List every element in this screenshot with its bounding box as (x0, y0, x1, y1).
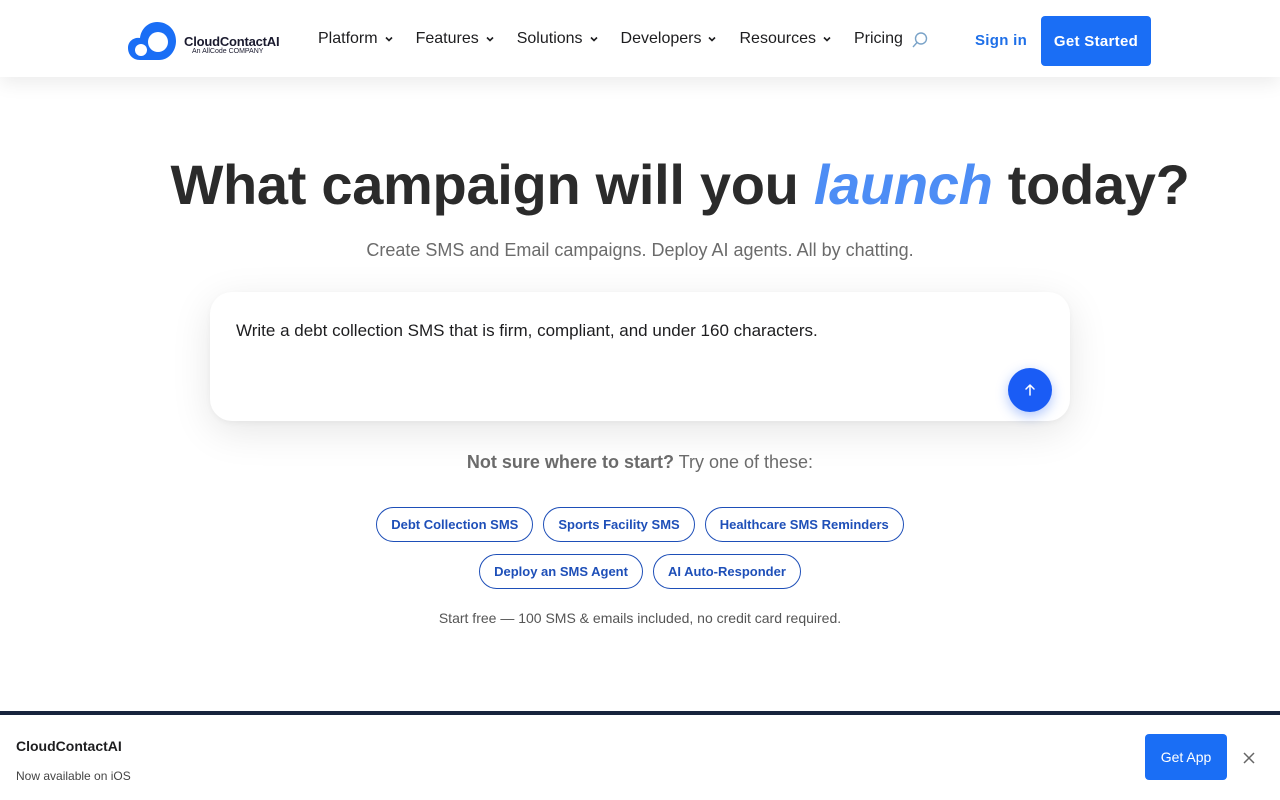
suggestions-lead-rest: Try one of these: (678, 452, 814, 472)
nav-item-developers[interactable]: Developers (621, 30, 718, 48)
hero-subtitle: Create SMS and Email campaigns. Deploy A… (366, 240, 914, 260)
nav-item-label: Developers (620, 29, 702, 47)
signin-link[interactable]: Sign in (975, 32, 1027, 49)
nav-item-features[interactable]: Features (416, 30, 495, 48)
search-icon[interactable] (911, 31, 929, 49)
nav-item-label: Features (415, 29, 479, 47)
hero-title: What campaign will you launch today? (0, 152, 1280, 217)
hero-title-after: today? (1007, 153, 1190, 216)
suggestion-chip[interactable]: AI Auto-Responder (652, 554, 801, 589)
send-button[interactable] (1008, 368, 1052, 412)
suggestion-chip[interactable]: Healthcare SMS Reminders (704, 507, 904, 542)
nav-item-label: Pricing (853, 29, 903, 47)
nav-item-resources[interactable]: Resources (739, 30, 831, 48)
brand-logo[interactable]: CloudContactAI An AllCode COMPANY (128, 20, 288, 62)
free-trial-note: Start free — 100 SMS & emails included, … (438, 610, 842, 626)
chevron-down-icon (589, 36, 598, 42)
suggestion-chip[interactable]: Debt Collection SMS (376, 507, 534, 542)
arrow-up-icon (1025, 384, 1035, 396)
suggestion-chips-row-2: Deploy an SMS Agent AI Auto-Responder (0, 554, 1280, 589)
nav-item-solutions[interactable]: Solutions (517, 30, 599, 48)
chevron-down-icon (708, 36, 717, 42)
suggestion-chips-row-1: Debt Collection SMS Sports Facility SMS … (0, 507, 1280, 542)
chevron-down-icon (486, 36, 494, 42)
prompt-input[interactable]: Write a debt collection SMS that is firm… (236, 321, 818, 341)
nav-item-label: Solutions (516, 29, 583, 47)
site-header: CloudContactAI An AllCode COMPANY Platfo… (0, 0, 1280, 77)
hero-title-before: What campaign will you (170, 153, 799, 216)
suggestions-lead: Not sure where to start? Try one of thes… (0, 452, 1280, 473)
brand-name: CloudContactAI (184, 34, 280, 49)
prompt-input-card[interactable]: Write a debt collection SMS that is firm… (210, 292, 1070, 421)
chevron-down-icon (385, 36, 393, 42)
banner-title: CloudContactAI (16, 738, 122, 754)
get-app-button[interactable]: Get App (1145, 734, 1227, 780)
get-started-button[interactable]: Get Started (1041, 16, 1151, 66)
close-icon[interactable] (1242, 751, 1256, 765)
suggestions-lead-bold: Not sure where to start? (466, 452, 674, 472)
nav-item-pricing[interactable]: Pricing (854, 30, 903, 48)
brand-tagline: An AllCode COMPANY (192, 48, 264, 55)
suggestion-chip[interactable]: Sports Facility SMS (543, 507, 695, 542)
nav-item-platform[interactable]: Platform (318, 30, 394, 48)
chevron-down-icon (823, 36, 831, 42)
nav-item-label: Resources (739, 29, 816, 47)
main-nav: Platform Features Solutions Developers R… (318, 0, 903, 77)
hero-title-accent: launch (813, 153, 993, 216)
nav-item-label: Platform (318, 29, 378, 47)
app-download-banner: CloudContactAI Now available on iOS Get … (0, 711, 1280, 800)
cloud-logo-icon (128, 22, 176, 60)
suggestion-chip[interactable]: Deploy an SMS Agent (479, 554, 643, 589)
banner-subtitle: Now available on iOS (16, 769, 131, 783)
